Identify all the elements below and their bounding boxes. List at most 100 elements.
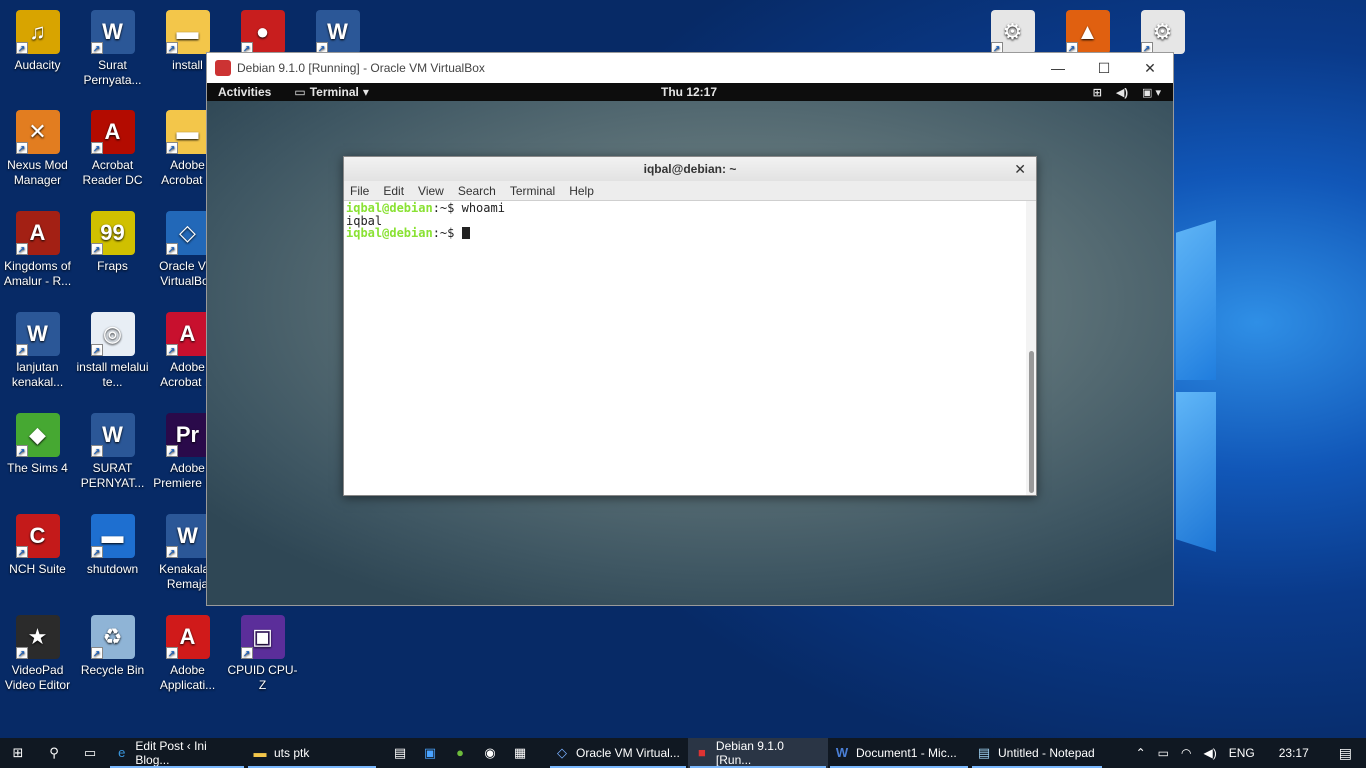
desktop-icon[interactable]: ♫ ↗ Audacity bbox=[0, 10, 75, 73]
terminal-close-icon[interactable]: ✕ bbox=[1014, 157, 1026, 181]
shortcut-arrow-icon: ↗ bbox=[165, 546, 178, 558]
vbox-titlebar[interactable]: Debian 9.1.0 [Running] - Oracle VM Virtu… bbox=[207, 53, 1173, 83]
desktop-icon[interactable]: ✕ ↗ Nexus Mod Manager bbox=[0, 110, 75, 188]
shortcut-arrow-icon: ↗ bbox=[90, 344, 103, 356]
taskbar-item-virtualbox[interactable]: ◇ Oracle VM Virtual... bbox=[548, 738, 688, 768]
activities-button[interactable]: Activities bbox=[207, 85, 282, 99]
pinned-apps: ▤ ▣ ● ◉ ▦ bbox=[378, 738, 548, 768]
taskbar-item-label: Edit Post ‹ Ini Blog... bbox=[135, 739, 207, 767]
desktop-icon[interactable]: ▣ ↗ CPUID CPU-Z bbox=[225, 615, 300, 693]
app-icon: C ↗ bbox=[15, 514, 60, 558]
terminal-title: iqbal@debian: ~ bbox=[643, 162, 737, 176]
task-view-button[interactable]: ▭ bbox=[72, 738, 108, 768]
speaker-icon[interactable]: ◀) bbox=[1203, 746, 1216, 760]
app-icon: ▲ ↗ bbox=[1065, 10, 1110, 54]
start-button[interactable]: ⊞ bbox=[0, 738, 36, 768]
scrollbar-thumb[interactable] bbox=[1029, 351, 1034, 493]
desktop-icon[interactable]: A ↗ Adobe Applicati... bbox=[150, 615, 225, 693]
computer-icon[interactable]: ▣ bbox=[422, 745, 438, 761]
wallpaper-logo-pane bbox=[1176, 220, 1216, 380]
app-icon: A ↗ bbox=[165, 615, 210, 659]
terminal-titlebar[interactable]: iqbal@debian: ~ ✕ bbox=[344, 157, 1036, 181]
menu-edit[interactable]: Edit bbox=[383, 181, 404, 200]
terminal-output[interactable]: iqbal@debian:~$ whoami iqbal iqbal@debia… bbox=[344, 201, 1026, 495]
taskbar-item-debian[interactable]: ■ Debian 9.1.0 [Run... bbox=[688, 738, 828, 768]
wifi-icon[interactable]: ◠ bbox=[1181, 746, 1191, 760]
desktop-icon[interactable]: ♻ ↗ Recycle Bin bbox=[75, 615, 150, 678]
taskbar-item-label: Debian 9.1.0 [Run... bbox=[715, 739, 784, 767]
app-icon: W ↗ bbox=[90, 413, 135, 457]
desktop-icon[interactable]: ◆ ↗ The Sims 4 bbox=[0, 413, 75, 476]
film-icon[interactable]: ▦ bbox=[512, 745, 528, 761]
desktop-icon[interactable]: ★ ↗ VideoPad Video Editor bbox=[0, 615, 75, 693]
vbox-title: Debian 9.1.0 [Running] - Oracle VM Virtu… bbox=[237, 61, 485, 75]
app-icon: ◇ ↗ bbox=[165, 211, 210, 255]
chevron-up-icon[interactable]: ⌃ bbox=[1136, 746, 1146, 760]
notification-icon[interactable]: ▤ bbox=[1339, 745, 1352, 762]
language-indicator[interactable]: ENG bbox=[1229, 746, 1255, 760]
debian-icon bbox=[215, 60, 231, 76]
desktop-icon[interactable]: W ↗ Surat Pernyata... bbox=[75, 10, 150, 88]
taskbar-item-explorer[interactable]: ▬ uts ptk bbox=[246, 738, 378, 768]
network-app-icon[interactable]: ▤ bbox=[392, 745, 408, 761]
prompt-user: iqbal@debian bbox=[346, 226, 433, 240]
desktop-icon[interactable]: ▬ ↗ shutdown bbox=[75, 514, 150, 577]
app-icon: Pr ↗ bbox=[165, 413, 210, 457]
maximize-button[interactable]: ☐ bbox=[1081, 53, 1127, 83]
desktop-icon-label: Audacity bbox=[14, 58, 61, 72]
desktop-icon[interactable]: ● ↗ bbox=[225, 10, 300, 58]
taskbar-item-label: Document1 - Mic... bbox=[856, 746, 957, 760]
taskbar-item-edge[interactable]: e Edit Post ‹ Ini Blog... bbox=[108, 738, 246, 768]
taskbar-item-notepad[interactable]: ▤ Untitled - Notepad bbox=[970, 738, 1104, 768]
desktop-icon[interactable]: ◎ ↗ install melalui te... bbox=[75, 312, 150, 390]
desktop-icon[interactable]: 99 ↗ Fraps bbox=[75, 211, 150, 274]
battery-icon[interactable]: ▭ bbox=[1158, 746, 1169, 760]
taskbar-item-label: Oracle VM Virtual... bbox=[576, 746, 680, 760]
app-icon: ✕ ↗ bbox=[15, 110, 60, 154]
shortcut-arrow-icon: ↗ bbox=[15, 243, 28, 255]
taskbar-item-word[interactable]: W Document1 - Mic... bbox=[828, 738, 970, 768]
minimize-button[interactable]: — bbox=[1035, 53, 1081, 83]
desktop-icon-label: Acrobat Reader DC bbox=[82, 158, 143, 187]
virtualbox-window[interactable]: Debian 9.1.0 [Running] - Oracle VM Virtu… bbox=[206, 52, 1174, 606]
line-text: :~$ bbox=[432, 226, 462, 240]
shortcut-arrow-icon: ↗ bbox=[90, 142, 103, 154]
app-icon: ▬ ↗ bbox=[165, 110, 210, 154]
taskbar-item-label: Untitled - Notepad bbox=[998, 746, 1095, 760]
gnome-clock[interactable]: Thu 12:17 bbox=[661, 85, 717, 99]
gnome-status-area[interactable]: ⊞ ◀) ▣ ▾ bbox=[1093, 86, 1161, 99]
steam-icon[interactable]: ◉ bbox=[482, 745, 498, 761]
terminal-scrollbar[interactable] bbox=[1026, 201, 1036, 495]
desktop-icon[interactable]: ⚙ ↗ bbox=[1125, 10, 1200, 58]
menu-search[interactable]: Search bbox=[458, 181, 496, 200]
menu-help[interactable]: Help bbox=[569, 181, 594, 200]
shortcut-arrow-icon: ↗ bbox=[15, 42, 28, 54]
app-menu[interactable]: ▭ Terminal ▾ bbox=[282, 85, 381, 99]
close-button[interactable]: ✕ bbox=[1127, 53, 1173, 83]
search-button[interactable]: ⚲ bbox=[36, 738, 72, 768]
menu-file[interactable]: File bbox=[350, 181, 369, 200]
app-icon: ⚙ ↗ bbox=[1140, 10, 1185, 54]
taskbar: ⊞ ⚲ ▭ e Edit Post ‹ Ini Blog... ▬ uts ptk … bbox=[0, 738, 1366, 768]
shortcut-arrow-icon: ↗ bbox=[15, 546, 28, 558]
task-view-icon: ▭ bbox=[83, 745, 97, 760]
utorrent-icon[interactable]: ● bbox=[452, 745, 468, 761]
desktop-icon[interactable]: W ↗ lanjutan kenakal... bbox=[0, 312, 75, 390]
app-icon: A ↗ bbox=[165, 312, 210, 356]
app-icon: ▬ ↗ bbox=[90, 514, 135, 558]
app-icon: W ↗ bbox=[90, 10, 135, 54]
desktop-icon[interactable]: A ↗ Acrobat Reader DC bbox=[75, 110, 150, 188]
desktop-icon[interactable]: A ↗ Kingdoms of Amalur - R... bbox=[0, 211, 75, 289]
desktop-icon[interactable]: W ↗ SURAT PERNYAT... bbox=[75, 413, 150, 491]
terminal-window[interactable]: iqbal@debian: ~ ✕ File Edit View Search … bbox=[343, 156, 1037, 496]
desktop-icon[interactable]: ⚙ ↗ bbox=[975, 10, 1050, 58]
guest-screen[interactable]: Activities ▭ Terminal ▾ Thu 12:17 ⊞ ◀) ▣… bbox=[207, 83, 1173, 605]
taskbar-clock[interactable]: 23:17 bbox=[1279, 746, 1309, 760]
desktop-icon[interactable]: W ↗ bbox=[300, 10, 375, 58]
menu-terminal[interactable]: Terminal bbox=[510, 181, 555, 200]
menu-view[interactable]: View bbox=[418, 181, 444, 200]
desktop-icon[interactable]: C ↗ NCH Suite bbox=[0, 514, 75, 577]
app-icon: ▬ ↗ bbox=[165, 10, 210, 54]
desktop-icon[interactable]: ▲ ↗ bbox=[1050, 10, 1125, 58]
app-icon: ♻ ↗ bbox=[90, 615, 135, 659]
